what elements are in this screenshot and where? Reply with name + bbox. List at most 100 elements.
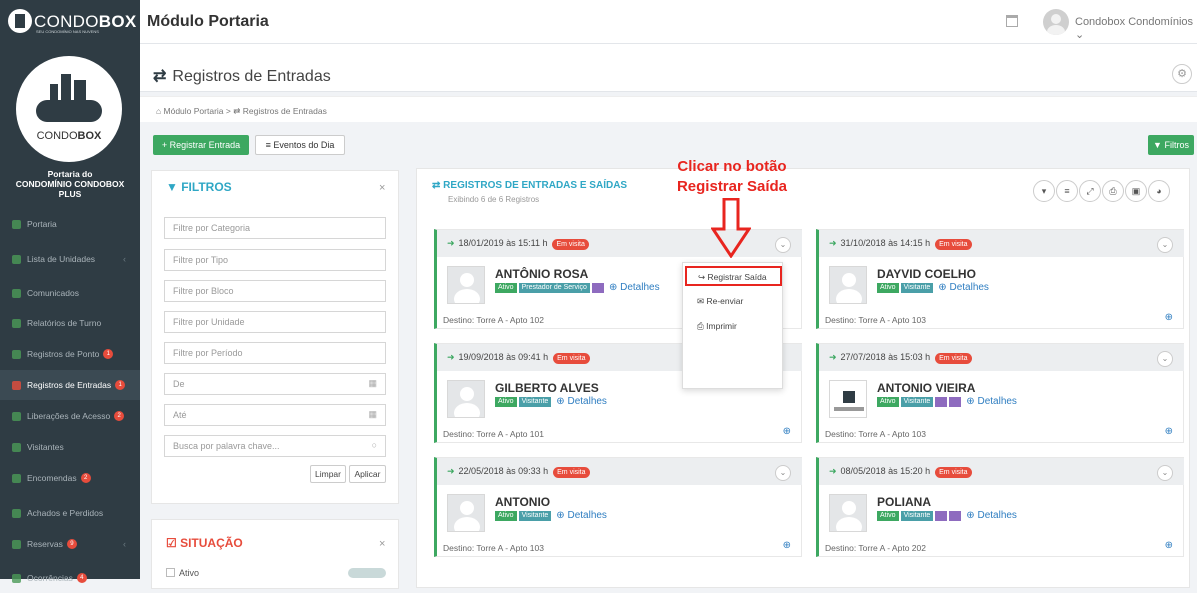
destination: Destino: Torre A - Apto 101 (443, 429, 544, 439)
bloco-filter[interactable]: Filtre por Bloco (164, 280, 386, 302)
destination: Destino: Torre A - Apto 202 (825, 543, 926, 553)
sidebar-item-visitantes[interactable]: Visitantes (0, 432, 140, 462)
home-icon (12, 219, 21, 229)
periodo-filter[interactable]: Filtre por Período (164, 342, 386, 364)
clear-button[interactable]: Limpar (310, 465, 346, 483)
print-icon[interactable]: ⎙ (1102, 180, 1124, 202)
export-icon[interactable]: ▣ (1125, 180, 1147, 202)
categoria-filter[interactable]: Filtre por Categoria (164, 217, 386, 239)
sidebar-item-registros-ponto[interactable]: Registros de Ponto 1 (0, 339, 140, 369)
chevron-down-icon[interactable]: ▾ (1033, 180, 1055, 202)
details-link[interactable]: ⊕ Detalhes (966, 510, 1017, 521)
ativo-checkbox[interactable]: Ativo (166, 568, 199, 578)
person-name: DAYVID COELHO (877, 267, 976, 281)
card-menu-toggle[interactable]: ⌄ (775, 237, 791, 253)
card-menu-toggle[interactable]: ⌄ (775, 465, 791, 481)
count-badge: 9 (66, 539, 77, 549)
plus-icon[interactable]: ⊕ (783, 540, 791, 551)
details-link[interactable]: ⊕ Detalhes (609, 282, 660, 293)
count-badge: 2 (114, 411, 125, 421)
count-badge: 4 (76, 573, 87, 583)
calendar-icon: ▦ (368, 409, 377, 419)
list-view-icon[interactable]: ≡ (1056, 180, 1078, 202)
list-icon (12, 254, 21, 264)
reenviar-option[interactable]: ✉ Re-enviar (683, 292, 784, 312)
chevron-left-icon: ‹ (123, 254, 126, 264)
logo-tagline: SEU CONDOMÍNIO NAS NUVENS (36, 29, 99, 34)
sidebar-item-relatorios-turno[interactable]: Relatórios de Turno (0, 308, 140, 338)
sidebar-item-lista-unidades[interactable]: Lista de Unidades ‹ (0, 244, 140, 274)
sidebar-item-ocorrencias[interactable]: Ocorrências 4 (0, 563, 140, 593)
details-link[interactable]: ⊕ Detalhes (938, 282, 989, 293)
close-icon[interactable]: × (379, 538, 385, 550)
apply-button[interactable]: Aplicar (349, 465, 386, 483)
expand-icon[interactable]: ⤢ (1079, 180, 1101, 202)
tag-tipo: Visitante (900, 510, 934, 521)
sidebar-item-achados-perdidos[interactable]: Achados e Perdidos (0, 498, 140, 528)
search-icon (12, 508, 21, 518)
date-from-input[interactable]: De ▦ (164, 373, 386, 395)
sidebar-item-encomendas[interactable]: Encomendas 2 (0, 463, 140, 493)
gear-icon[interactable]: ⚙ (1172, 64, 1192, 84)
status-badge: Em visita (935, 353, 972, 364)
tag-ativo: Ativo (877, 510, 899, 521)
arrow-down-icon (711, 198, 751, 258)
imprimir-option[interactable]: ⎙ Imprimir (683, 317, 784, 337)
sidebar-item-portaria[interactable]: Portaria (0, 209, 140, 239)
checkbox-icon (166, 568, 175, 577)
entry-card: ➜ 27/07/2018 às 15:03 h Em visita ⌄ ANTONI… (816, 343, 1184, 443)
situacao-title: ☑ SITUAÇÃO (166, 536, 243, 550)
plus-icon[interactable]: ⊕ (1165, 312, 1173, 323)
card-menu-toggle[interactable]: ⌄ (1157, 237, 1173, 253)
tag-tipo: Visitante (518, 396, 552, 407)
card-menu-toggle[interactable]: ⌄ (1157, 351, 1173, 367)
enter-icon: ➜ (447, 352, 455, 362)
person-name: POLIANA (877, 495, 931, 509)
sidebar-item-comunicados[interactable]: Comunicados (0, 278, 140, 308)
count-badge: 1 (115, 380, 126, 390)
brand-logo[interactable]: CONDOBOX SEU CONDOMÍNIO NAS NUVENS (0, 0, 140, 44)
breadcrumb-home[interactable]: Módulo Portaria (164, 106, 224, 116)
tag-ativo: Ativo (495, 396, 517, 407)
user-menu[interactable]: Condobox Condomínios ⌄ (1075, 16, 1197, 41)
card-menu-toggle[interactable]: ⌄ (1157, 465, 1173, 481)
details-link[interactable]: ⊕ Detalhes (556, 396, 607, 407)
status-badge: Em visita (552, 239, 589, 250)
details-link[interactable]: ⊕ Detalhes (966, 396, 1017, 407)
clock-icon (12, 349, 21, 359)
calendar-icon[interactable] (1006, 15, 1018, 27)
chevron-left-icon: ‹ (123, 539, 126, 549)
calendar-icon: ▦ (368, 378, 377, 388)
filters-button[interactable]: ▼ Filtros (1148, 135, 1194, 155)
status-badge: Em visita (553, 353, 590, 364)
date-to-input[interactable]: Até ▦ (164, 404, 386, 426)
calendar-icon (12, 539, 21, 549)
register-entry-button[interactable]: + Registrar Entrada (153, 135, 249, 155)
close-icon[interactable]: × (379, 182, 385, 194)
condo-avatar: CONDOBOX (16, 56, 122, 162)
lock-icon (12, 411, 21, 421)
pie-chart-icon[interactable]: ◕ (1148, 180, 1170, 202)
user-avatar[interactable] (1043, 9, 1069, 35)
plus-icon[interactable]: ⊕ (1165, 426, 1173, 437)
details-link[interactable]: ⊕ Detalhes (556, 510, 607, 521)
registrar-saida-option[interactable]: ↪ Registrar Saída (685, 266, 782, 286)
person-photo (447, 380, 485, 418)
note-icon (591, 282, 604, 293)
person-name: ANTONIO (495, 495, 551, 509)
sidebar-item-reservas[interactable]: Reservas 9 ‹ (0, 529, 140, 559)
unidade-filter[interactable]: Filtre por Unidade (164, 311, 386, 333)
entry-card: ➜ 31/10/2018 às 14:15 h Em visita ⌄ DAYVID… (816, 229, 1184, 329)
sidebar: CONDOBOX Portaria do CONDOMÍNIO CONDOBOX… (0, 44, 140, 583)
plus-icon[interactable]: ⊕ (783, 426, 791, 437)
note-icon (935, 510, 948, 521)
sidebar-item-registros-entradas[interactable]: Registros de Entradas 1 (0, 370, 140, 400)
tipo-filter[interactable]: Filtre por Tipo (164, 249, 386, 271)
person-photo (829, 266, 867, 304)
plus-icon[interactable]: ⊕ (1165, 540, 1173, 551)
keyword-search-input[interactable]: Busca por palavra chave... ○ (164, 435, 386, 457)
events-today-button[interactable]: ≡ Eventos do Dia (255, 135, 345, 155)
home-icon: ⌂ (156, 106, 162, 116)
condo-title: Portaria do CONDOMÍNIO CONDOBOX PLUS (15, 169, 125, 199)
sidebar-item-liberacoes-acesso[interactable]: Liberações de Acesso 2 (0, 401, 140, 431)
